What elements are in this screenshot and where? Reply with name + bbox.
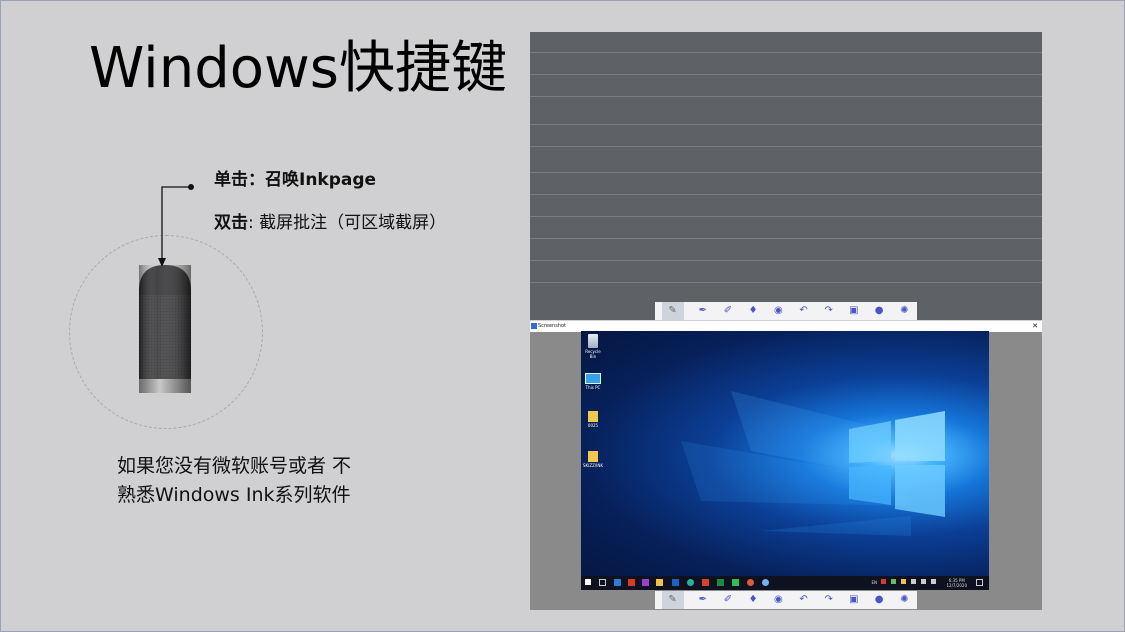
surface-pen-icon — [139, 265, 191, 393]
task-view-icon[interactable] — [599, 579, 606, 586]
screenshot-window: Screenshot ✕ Recycle Bin This PC 0025 SK… — [530, 321, 1042, 610]
taskbar: EN 6:35 PM 12/7/2020 — [581, 576, 989, 590]
language-indicator[interactable]: EN — [871, 580, 877, 585]
undo-icon[interactable]: ↶ — [798, 305, 810, 317]
desktop-icon-label: 0025 — [587, 423, 599, 428]
desktop-icon-label: This PC — [585, 385, 601, 390]
volume-icon[interactable] — [921, 579, 926, 584]
highlighter-icon[interactable]: ✐ — [722, 594, 734, 606]
close-icon[interactable]: ✕ — [1032, 321, 1038, 332]
screenshot-title: Screenshot — [538, 323, 566, 329]
clock-date: 12/7/2020 — [946, 583, 967, 588]
undo-icon[interactable]: ↶ — [798, 594, 810, 606]
windows-logo — [849, 411, 945, 517]
eraser-icon[interactable]: ◉ — [772, 594, 784, 606]
slide: Windows快捷键 单击：召唤Inkpage 双击: 截屏批注（可区域截屏） … — [0, 0, 1125, 632]
desktop-icon-folder-1[interactable]: 0025 — [582, 411, 604, 428]
redo-icon[interactable]: ↷ — [823, 305, 835, 317]
eraser-icon[interactable]: ◉ — [772, 305, 784, 317]
color-icon[interactable]: ● — [873, 594, 885, 606]
note-text: 如果您没有微软账号或者 不 熟悉Windows Ink系列软件 — [117, 452, 351, 510]
taskbar-app-icon[interactable] — [642, 579, 649, 586]
folder-icon — [588, 451, 598, 462]
desktop-icon-label: SKIZZ/INK — [583, 463, 603, 468]
folder-icon — [588, 411, 598, 422]
single-click-text: 单击：召唤Inkpage — [214, 170, 377, 190]
start-icon[interactable] — [585, 579, 591, 585]
pen-select-icon[interactable]: ✎ — [661, 591, 684, 609]
tray-icon[interactable] — [891, 579, 896, 584]
computer-icon — [585, 373, 601, 384]
taskbar-app-icon[interactable] — [717, 579, 724, 586]
marker-icon[interactable]: ♦ — [747, 305, 759, 317]
double-click-desc: : 截屏批注（可区域截屏） — [248, 213, 447, 233]
color-icon[interactable]: ● — [873, 305, 885, 317]
double-click-text: 双击: 截屏批注（可区域截屏） — [214, 208, 446, 233]
pen-icon[interactable]: ✒ — [697, 594, 709, 606]
taskbar-app-icon[interactable] — [656, 579, 663, 586]
taskbar-clock[interactable]: 6:35 PM 12/7/2020 — [946, 578, 967, 588]
save-icon[interactable]: ▣ — [848, 594, 860, 606]
pen-icon[interactable]: ✒ — [697, 305, 709, 317]
notification-icon[interactable] — [976, 579, 983, 586]
highlighter-icon[interactable]: ✐ — [722, 305, 734, 317]
note-line-2: 熟悉Windows Ink系列软件 — [117, 484, 351, 506]
edge-icon[interactable] — [687, 579, 694, 586]
desktop-icon-this-pc[interactable]: This PC — [582, 373, 604, 390]
desktop-icon-folder-2[interactable]: SKIZZ/INK — [582, 451, 604, 468]
desktop-icon-recycle-bin[interactable]: Recycle Bin — [582, 334, 604, 359]
tray-icon[interactable] — [911, 579, 916, 584]
settings-icon[interactable]: ✺ — [898, 305, 910, 317]
slide-title: Windows快捷键 — [89, 36, 507, 101]
desktop-screenshot[interactable]: Recycle Bin This PC 0025 SKIZZ/INK EN 6:… — [581, 331, 989, 590]
settings-icon[interactable]: ✺ — [898, 594, 910, 606]
save-icon[interactable]: ▣ — [848, 305, 860, 317]
taskbar-app-icon[interactable] — [762, 579, 769, 586]
taskbar-app-icon[interactable] — [702, 579, 709, 586]
taskbar-app-icon[interactable] — [614, 579, 621, 586]
recycle-bin-icon — [588, 334, 598, 348]
ink-toolbar-top: ✎ ✒ ✐ ♦ ◉ ↶ ↷ ▣ ● ✺ — [655, 302, 917, 320]
redo-icon[interactable]: ↷ — [823, 594, 835, 606]
double-click-label: 双击 — [214, 213, 248, 233]
pen-select-icon[interactable]: ✎ — [661, 302, 684, 320]
tray-icon[interactable] — [881, 579, 886, 584]
taskbar-app-icon[interactable] — [747, 579, 754, 586]
network-icon[interactable] — [931, 579, 936, 584]
note-line-1: 如果您没有微软账号或者 不 — [117, 455, 352, 477]
taskbar-app-icon[interactable] — [672, 579, 679, 586]
pointer-arrow — [158, 184, 194, 267]
ink-toolbar-bottom: ✎ ✒ ✐ ♦ ◉ ↶ ↷ ▣ ● ✺ — [655, 591, 917, 609]
taskbar-app-icon[interactable] — [732, 579, 739, 586]
ink-board[interactable] — [530, 32, 1042, 320]
tray-icon[interactable] — [901, 579, 906, 584]
desktop-icon-label: Recycle Bin — [585, 349, 601, 359]
taskbar-app-icon[interactable] — [628, 579, 635, 586]
app-icon — [531, 323, 537, 329]
marker-icon[interactable]: ♦ — [747, 594, 759, 606]
